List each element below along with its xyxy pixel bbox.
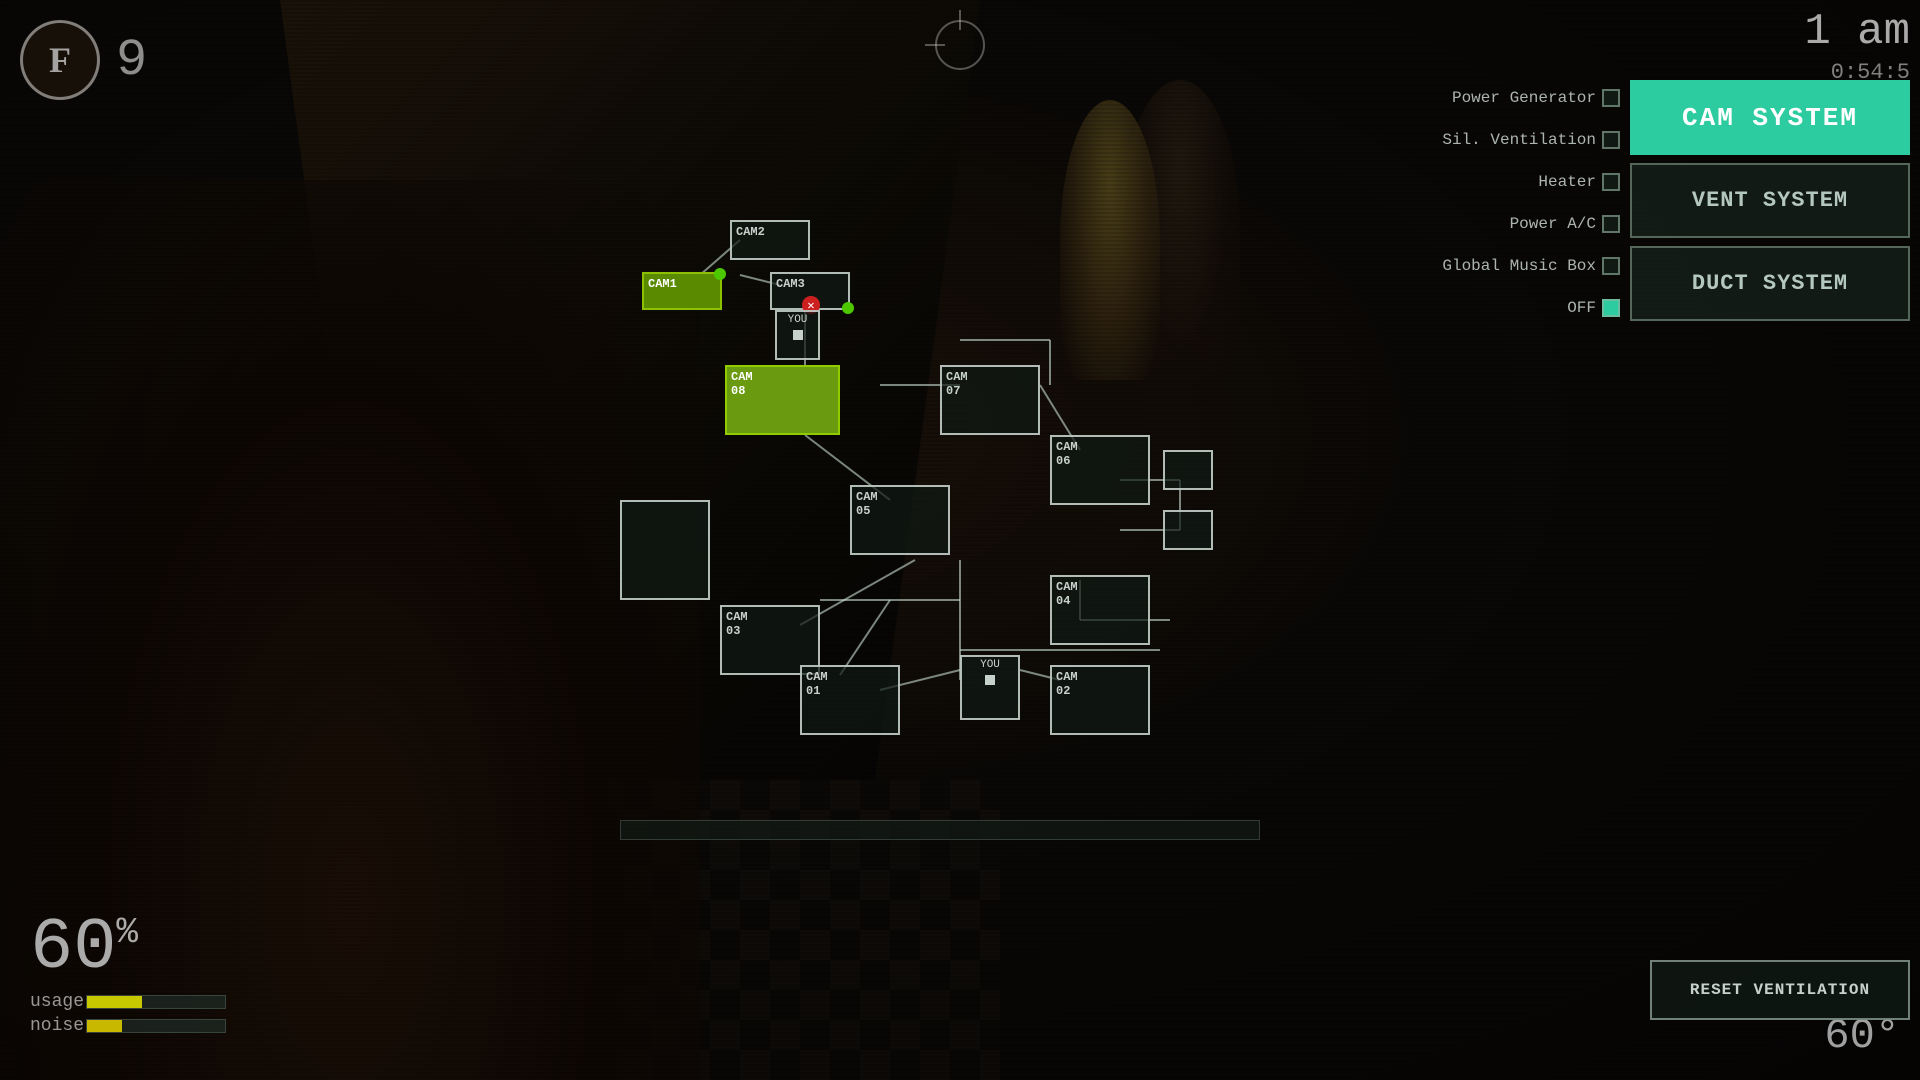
- top-right-panel: 1 am 0:54:5: [1804, 10, 1910, 85]
- toggle-row-power-generator[interactable]: Power Generator: [1442, 80, 1620, 116]
- noise-bar-row: noise: [30, 1016, 230, 1036]
- power-percent-symbol: %: [116, 912, 138, 953]
- map-scrollbar[interactable]: [620, 820, 1260, 840]
- toggle-label-global-music-box: Global Music Box: [1442, 257, 1596, 275]
- usage-bar-row: usage: [30, 992, 230, 1012]
- bottom-left-panel: 60% usage noise: [30, 912, 230, 1040]
- small-box-top: [1163, 450, 1213, 490]
- toggle-row-off[interactable]: OFF: [1442, 290, 1620, 326]
- duct-system-button[interactable]: DUCT SYSTEM: [1630, 246, 1910, 321]
- cam2-label: CAM2: [736, 225, 765, 239]
- noise-bar-fill: [87, 1020, 122, 1032]
- night-number: 9: [116, 31, 147, 90]
- you-indicator-bottom: YOU: [960, 655, 1020, 720]
- noise-bar-track: [86, 1019, 226, 1033]
- toggle-box-sil-ventilation[interactable]: [1602, 131, 1620, 149]
- cam05-label: CAM05: [856, 490, 878, 518]
- toggle-label-power-ac: Power A/C: [1510, 215, 1596, 233]
- toggle-row-sil-ventilation[interactable]: Sil. Ventilation: [1442, 122, 1620, 158]
- cam1-dot: [714, 268, 726, 280]
- vent-system-button[interactable]: VENT SYSTEM: [1630, 163, 1910, 238]
- camera-cam01[interactable]: CAM01: [800, 665, 900, 735]
- top-left-panel: F 9: [20, 20, 147, 100]
- toggle-row-heater[interactable]: Heater: [1442, 164, 1620, 200]
- cam03-label: CAM03: [726, 610, 748, 638]
- toggle-label-sil-ventilation: Sil. Ventilation: [1442, 131, 1596, 149]
- cam01-label: CAM01: [806, 670, 828, 698]
- cam04-label: CAM04: [1056, 580, 1078, 608]
- logo-letter: F: [49, 39, 71, 81]
- you-dot-top: [793, 330, 803, 340]
- noise-label: noise: [30, 1016, 80, 1036]
- cam3-label: CAM3: [776, 277, 805, 291]
- cam07-label: CAM07: [946, 370, 968, 398]
- camera-cam04[interactable]: CAM04: [1050, 575, 1150, 645]
- you-label-bottom: YOU: [980, 659, 1000, 671]
- camera-map: CAM2 CAM1 CAM3 ✕ YOU CAM08 CAM07 CAM06 C…: [620, 220, 1260, 810]
- camera-cam3[interactable]: CAM3 ✕: [770, 272, 850, 310]
- power-percent: 60%: [30, 912, 230, 984]
- usage-bar-fill: [87, 996, 142, 1008]
- camera-cam2[interactable]: CAM2: [730, 220, 810, 260]
- toggles-panel: Power Generator Sil. Ventilation Heater …: [1442, 80, 1620, 326]
- time-display: 1 am: [1804, 10, 1910, 54]
- bar-container: usage noise: [30, 992, 230, 1036]
- camera-cam1[interactable]: CAM1: [642, 272, 722, 310]
- toggle-label-off: OFF: [1567, 299, 1596, 317]
- systems-panel: CAM SYSTEM VENT SYSTEM DUCT SYSTEM: [1630, 80, 1910, 321]
- small-box-bottom: [1163, 510, 1213, 550]
- camera-cam06[interactable]: CAM06: [1050, 435, 1150, 505]
- toggle-box-global-music-box[interactable]: [1602, 257, 1620, 275]
- you-indicator-top: YOU: [775, 310, 820, 360]
- cam-system-button[interactable]: CAM SYSTEM: [1630, 80, 1910, 155]
- cam02-label: CAM02: [1056, 670, 1078, 698]
- cam06-label: CAM06: [1056, 440, 1078, 468]
- crosshair: [935, 20, 985, 70]
- cam1-label: CAM1: [648, 277, 677, 291]
- power-percent-value: 60: [30, 907, 116, 989]
- usage-bar-track: [86, 995, 226, 1009]
- toggle-label-power-generator: Power Generator: [1452, 89, 1596, 107]
- freddy-logo: F: [20, 20, 100, 100]
- left-area-box: [620, 500, 710, 600]
- cam3-dot: [842, 302, 854, 314]
- toggle-row-power-ac[interactable]: Power A/C: [1442, 206, 1620, 242]
- you-dot-bottom: [985, 675, 995, 685]
- usage-label: usage: [30, 992, 80, 1012]
- toggle-row-global-music-box[interactable]: Global Music Box: [1442, 248, 1620, 284]
- toggle-box-off[interactable]: [1602, 299, 1620, 317]
- camera-cam02[interactable]: CAM02: [1050, 665, 1150, 735]
- camera-cam07[interactable]: CAM07: [940, 365, 1040, 435]
- reset-ventilation-button[interactable]: RESET VENTILATION: [1650, 960, 1910, 1020]
- toggle-box-power-generator[interactable]: [1602, 89, 1620, 107]
- toggle-box-power-ac[interactable]: [1602, 215, 1620, 233]
- toggle-label-heater: Heater: [1538, 173, 1596, 191]
- camera-cam05[interactable]: CAM05: [850, 485, 950, 555]
- cam08-label: CAM08: [731, 370, 753, 398]
- camera-cam08[interactable]: CAM08: [725, 365, 840, 435]
- you-label-top: YOU: [788, 314, 808, 326]
- toggle-box-heater[interactable]: [1602, 173, 1620, 191]
